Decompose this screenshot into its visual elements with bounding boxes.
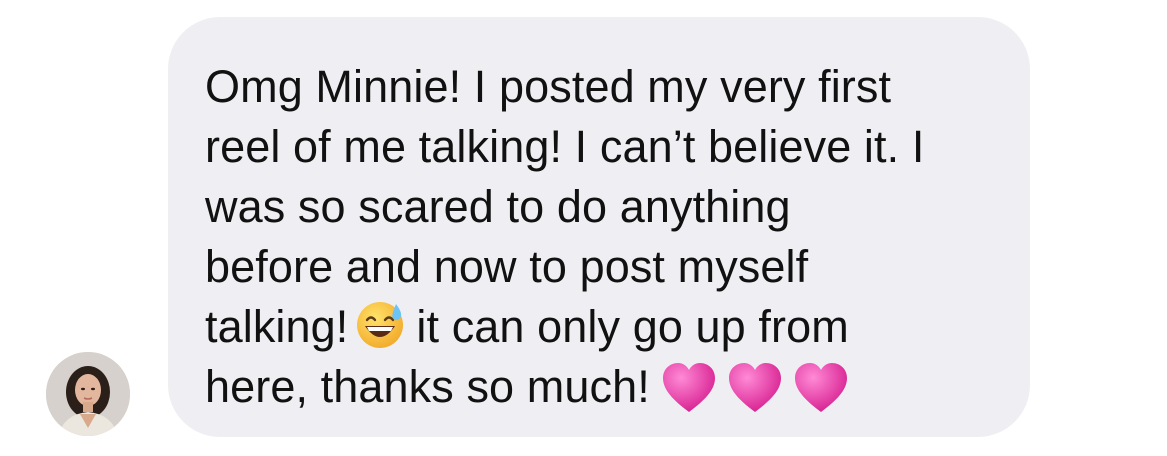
message-line: here, thanks so much!	[205, 357, 1010, 431]
pink-heart-icon	[662, 363, 715, 412]
hearts-group	[660, 360, 858, 431]
grinning-face-with-sweat-icon	[357, 302, 404, 348]
message-segment: talking!	[205, 301, 349, 352]
message-line: was so scared to do anything	[205, 181, 791, 232]
message-segment: here, thanks so much!	[205, 361, 650, 412]
pink-heart-icon	[728, 363, 781, 412]
message-line: before and now to post myself	[205, 241, 809, 292]
message-line: Omg Minnie! I posted my very first	[205, 61, 892, 112]
sender-avatar[interactable]	[46, 352, 130, 436]
message-line: reel of me talking! I can’t believe it. …	[205, 121, 925, 172]
message-line: talking! it can only go up from	[205, 297, 1010, 357]
message-bubble[interactable]: Omg Minnie! I posted my very first reel …	[168, 17, 1030, 437]
pink-heart-icon	[794, 363, 847, 412]
avatar-photo	[46, 352, 130, 436]
message-text: Omg Minnie! I posted my very first reel …	[205, 57, 1010, 431]
message-segment: it can only go up from	[416, 301, 849, 352]
